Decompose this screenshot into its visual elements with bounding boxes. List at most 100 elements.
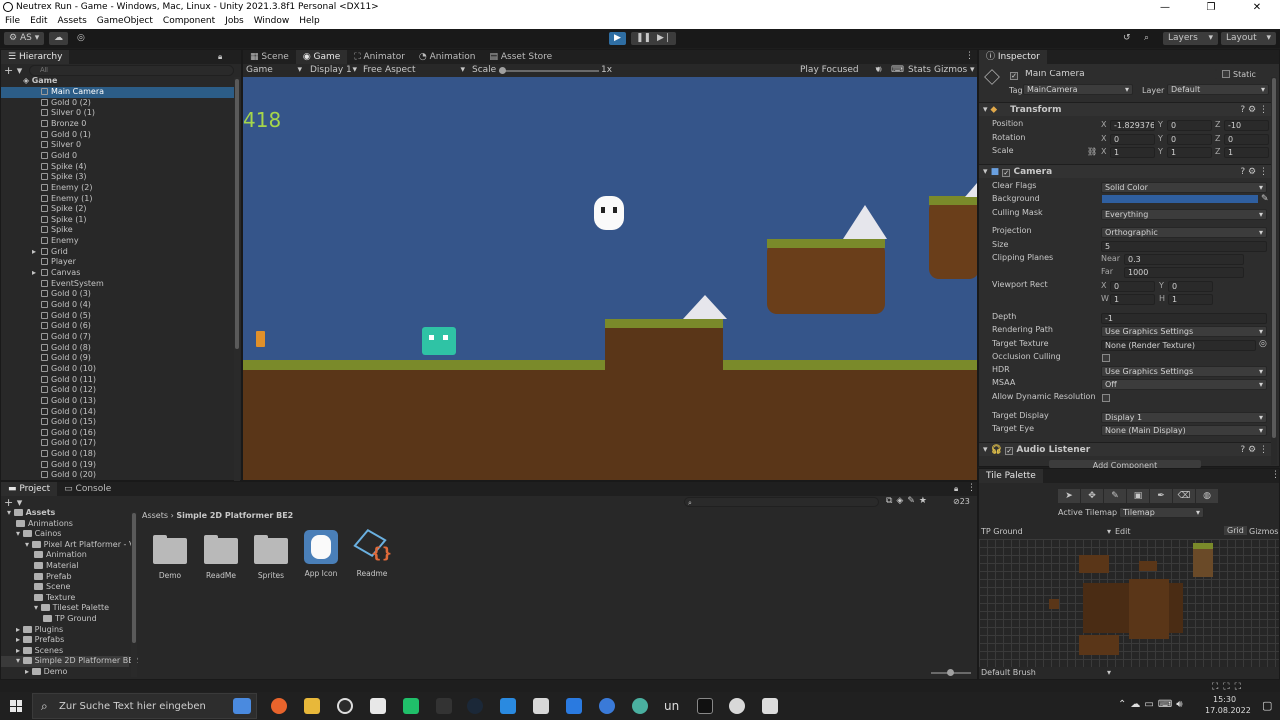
pycharm-icon[interactable] bbox=[403, 698, 419, 714]
hierarchy-item[interactable]: Gold 0 (12) bbox=[1, 385, 234, 396]
hierarchy-item[interactable]: Bronze 0 bbox=[1, 119, 234, 130]
expand-arrow-icon[interactable]: ▸ bbox=[32, 268, 36, 279]
layout-dropdown[interactable]: Layout ▾ bbox=[1221, 32, 1276, 45]
breadcrumb-current[interactable]: Simple 2D Platformer BE2 bbox=[176, 511, 293, 520]
project-folder-item[interactable]: ▸ Demo bbox=[1, 667, 129, 678]
hierarchy-item[interactable]: ▸ Canvas bbox=[1, 268, 234, 279]
layers-dropdown[interactable]: Layers ▾ bbox=[1163, 32, 1218, 45]
tray-extra-icons[interactable]: ⛶⛶⛶ bbox=[1212, 682, 1246, 692]
hierarchy-item[interactable]: Gold 0 (16) bbox=[1, 428, 234, 439]
hierarchy-item[interactable]: Spike bbox=[1, 225, 234, 236]
hierarchy-item[interactable]: ▸ Grid bbox=[1, 247, 234, 258]
hierarchy-item[interactable]: Gold 0 (11) bbox=[1, 375, 234, 386]
character-app-icon[interactable] bbox=[729, 698, 745, 714]
camera-property-dropdown[interactable]: Display 1 bbox=[1101, 412, 1267, 423]
gitbook-icon[interactable] bbox=[599, 698, 615, 714]
scale-slider[interactable] bbox=[499, 67, 599, 74]
gizmos-button[interactable]: Gizmos ▾ bbox=[934, 64, 975, 77]
filter-icons[interactable]: ⧉◈✎★ bbox=[886, 496, 931, 506]
asset-app-icon[interactable]: App Icon bbox=[296, 530, 346, 578]
tree-scrollbar[interactable] bbox=[131, 512, 137, 677]
hierarchy-item[interactable]: Main Camera bbox=[1, 87, 234, 98]
hierarchy-item[interactable]: Spike (2) bbox=[1, 204, 234, 215]
display-dropdown[interactable]: Display 1 ▾ bbox=[310, 64, 357, 77]
transform-scale-y-field[interactable]: 1 bbox=[1167, 147, 1212, 158]
expand-arrow-icon[interactable]: ▾ bbox=[25, 540, 32, 549]
constrain-proportions-icon[interactable]: ⛓ bbox=[1087, 147, 1097, 156]
menu-assets[interactable]: Assets bbox=[53, 15, 92, 29]
hierarchy-item[interactable]: Gold 0 (14) bbox=[1, 407, 234, 418]
hierarchy-item[interactable]: Gold 0 bbox=[1, 151, 234, 162]
collab-button[interactable]: ◎ bbox=[72, 32, 90, 45]
expand-arrow-icon[interactable]: ▸ bbox=[16, 646, 23, 655]
transform-rotation-x-field[interactable]: 0 bbox=[1110, 133, 1155, 145]
grid-button[interactable]: Grid bbox=[1224, 526, 1247, 535]
hierarchy-item[interactable]: Gold 0 (3) bbox=[1, 289, 234, 300]
breadcrumb-assets[interactable]: Assets bbox=[142, 511, 168, 520]
layer-dropdown[interactable]: Default bbox=[1167, 84, 1269, 95]
mute-audio-icon[interactable]: 🔊︎ bbox=[876, 64, 882, 77]
project-folder-item[interactable]: ▾ Tileset Palette bbox=[1, 603, 129, 614]
project-search-input[interactable]: ⌕ bbox=[684, 497, 879, 507]
tab-game[interactable]: ◉ Game bbox=[295, 50, 348, 64]
inspector-scrollbar[interactable] bbox=[1271, 77, 1277, 465]
menu-help[interactable]: Help bbox=[294, 15, 325, 29]
viewport-y-field[interactable]: 0 bbox=[1168, 281, 1213, 292]
hierarchy-item[interactable]: Gold 0 (8) bbox=[1, 343, 234, 354]
asset-readme-folder[interactable]: ReadMe bbox=[196, 530, 246, 580]
more-options-icon[interactable]: ⋮ bbox=[967, 483, 976, 493]
transform-position-x-field[interactable]: -1.829376 bbox=[1110, 120, 1155, 131]
project-folder-item[interactable]: Animation bbox=[1, 550, 129, 561]
expand-arrow-icon[interactable]: ▾ bbox=[16, 656, 23, 665]
background-color-swatch[interactable] bbox=[1102, 195, 1258, 203]
hierarchy-item[interactable]: Gold 0 (18) bbox=[1, 449, 234, 460]
hierarchy-item[interactable]: Enemy (2) bbox=[1, 183, 234, 194]
camera-property-dropdown[interactable]: Off bbox=[1101, 379, 1267, 390]
viewport-h-field[interactable]: 1 bbox=[1168, 294, 1213, 305]
hierarchy-item[interactable]: Gold 0 (19) bbox=[1, 460, 234, 471]
camera-property-dropdown[interactable]: Use Graphics Settings bbox=[1101, 326, 1267, 337]
project-folder-item[interactable]: TP Ground bbox=[1, 614, 129, 625]
cloud-button[interactable]: ☁ bbox=[49, 32, 68, 45]
history-icon[interactable]: ↺ bbox=[1118, 32, 1136, 45]
hierarchy-item[interactable]: Gold 0 (7) bbox=[1, 332, 234, 343]
epic-games-icon[interactable] bbox=[436, 698, 452, 714]
hierarchy-item[interactable]: Spike (4) bbox=[1, 162, 234, 173]
hierarchy-item[interactable]: Spike (1) bbox=[1, 215, 234, 226]
tab-inspector[interactable]: ⓘ Inspector bbox=[979, 50, 1047, 64]
terminal-icon[interactable] bbox=[697, 698, 713, 714]
hierarchy-item[interactable]: Gold 0 (13) bbox=[1, 396, 234, 407]
camera-property-dropdown[interactable]: Use Graphics Settings bbox=[1101, 366, 1267, 377]
hierarchy-item[interactable]: Gold 0 (10) bbox=[1, 364, 234, 375]
file-explorer-icon[interactable] bbox=[304, 698, 320, 714]
tab-asset-store[interactable]: ▤ Asset Store bbox=[483, 50, 560, 64]
zoom-slider[interactable] bbox=[931, 669, 971, 676]
checkbox[interactable] bbox=[1102, 394, 1110, 402]
camera-property-dropdown[interactable]: Solid Color bbox=[1101, 182, 1267, 193]
tab-tile-palette[interactable]: Tile Palette bbox=[979, 469, 1043, 483]
tab-console[interactable]: ▭ Console bbox=[57, 482, 118, 496]
expand-arrow-icon[interactable]: ▸ bbox=[25, 667, 32, 676]
hierarchy-item[interactable]: Player bbox=[1, 257, 234, 268]
notifications-icon[interactable]: ▢ bbox=[1262, 699, 1272, 712]
asset-sprites[interactable]: Sprites bbox=[246, 530, 296, 580]
lock-icon[interactable]: 🔒︎ bbox=[218, 52, 222, 62]
display-mode-dropdown[interactable]: Game ▾ bbox=[246, 64, 302, 77]
scene-root[interactable]: ◈ Game bbox=[1, 76, 234, 87]
game-canvas[interactable]: 418 bbox=[243, 77, 977, 480]
close-icon[interactable]: ✕ bbox=[1234, 0, 1280, 15]
hierarchy-scrollbar[interactable] bbox=[234, 77, 240, 482]
eraser-tool-icon[interactable]: ⌫ bbox=[1173, 489, 1195, 503]
transform-scale-x-field[interactable]: 1 bbox=[1110, 147, 1155, 158]
expand-arrow-icon[interactable]: ▸ bbox=[16, 635, 23, 644]
far-field[interactable]: 1000 bbox=[1124, 267, 1244, 278]
select-tool-icon[interactable]: ➤ bbox=[1058, 489, 1080, 503]
tab-project[interactable]: ▬ Project bbox=[1, 482, 58, 496]
transform-rotation-y-field[interactable]: 0 bbox=[1167, 133, 1212, 145]
menu-file[interactable]: File bbox=[0, 15, 25, 29]
tab-animation[interactable]: ◔ Animation bbox=[412, 50, 483, 64]
project-folder-item[interactable]: ▾ Simple 2D Platformer BE2 bbox=[1, 656, 138, 667]
brush-dropdown[interactable]: Default Brush ▾ bbox=[981, 668, 1111, 677]
fill-tool-icon[interactable]: ◍ bbox=[1196, 489, 1218, 503]
transform-header[interactable]: ▾ ⬥ Transform ? ⚙ ⋮ bbox=[979, 102, 1276, 116]
